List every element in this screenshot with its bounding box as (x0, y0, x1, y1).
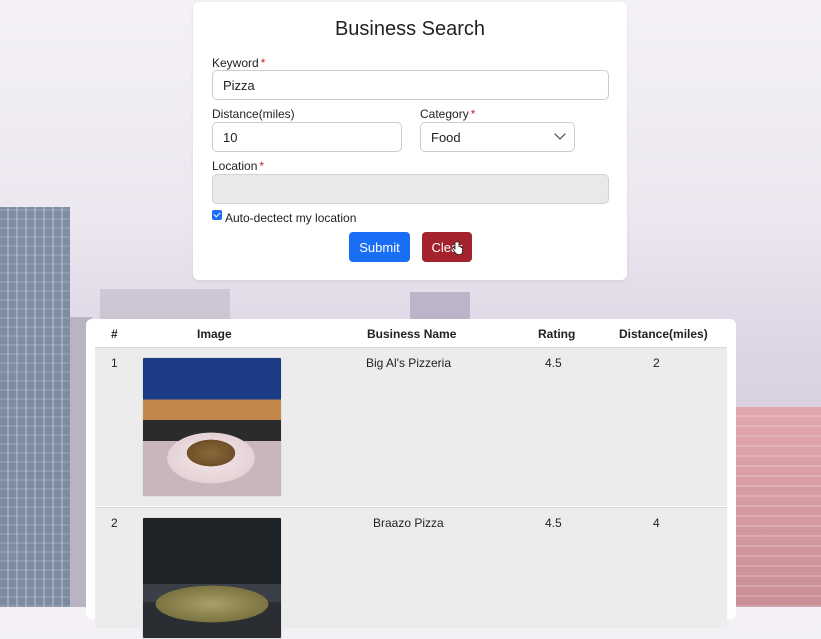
required-mark: * (259, 159, 265, 173)
keyword-label: Keyword * (212, 56, 266, 70)
header-business-name: Business Name (367, 327, 457, 341)
business-name[interactable]: Big Al's Pizzeria (366, 356, 451, 370)
auto-detect-checkbox[interactable] (212, 210, 222, 220)
clear-button[interactable]: Clear (422, 232, 472, 262)
distance-value: 10 (223, 130, 238, 145)
building (736, 407, 821, 607)
distance: 2 (653, 356, 660, 370)
category-select[interactable]: Food (420, 122, 575, 152)
header-index: # (111, 327, 118, 341)
category-label: Category * (420, 107, 476, 121)
distance-input[interactable]: 10 (212, 122, 402, 152)
distance: 4 (653, 516, 660, 530)
row-index: 2 (111, 516, 118, 530)
form-title: Business Search (334, 18, 486, 40)
required-mark: * (470, 107, 476, 121)
header-rating: Rating (538, 327, 576, 341)
required-mark: * (260, 56, 266, 70)
business-image[interactable] (142, 357, 282, 497)
building (0, 207, 70, 607)
rating: 4.5 (545, 356, 562, 370)
row-index: 1 (111, 356, 118, 370)
rating: 4.5 (545, 516, 562, 530)
table-row[interactable]: 1 Big Al's Pizzeria 4.5 2 (95, 347, 727, 506)
business-name[interactable]: Braazo Pizza (373, 516, 444, 530)
submit-button[interactable]: Submit (349, 232, 410, 262)
hand-cursor-icon (452, 241, 463, 255)
table-row[interactable]: 2 Braazo Pizza 4.5 4 (95, 507, 727, 639)
header-image: Image (197, 327, 232, 341)
business-image[interactable] (142, 517, 282, 639)
location-input[interactable] (212, 174, 609, 204)
results-table: # Image Business Name Rating Distance(mi… (86, 319, 736, 639)
chevron-down-icon (554, 128, 566, 140)
location-label: Location * (212, 159, 265, 173)
header-distance: Distance(miles) (619, 327, 708, 341)
category-value: Food (431, 130, 461, 145)
distance-label: Distance(miles) (212, 107, 295, 121)
keyword-value: Pizza (223, 78, 255, 93)
keyword-input[interactable]: Pizza (212, 70, 609, 100)
auto-detect-label: Auto-dectect my location (225, 211, 357, 225)
search-form-card: Business Search Keyword * Pizza Distance(… (193, 2, 627, 280)
